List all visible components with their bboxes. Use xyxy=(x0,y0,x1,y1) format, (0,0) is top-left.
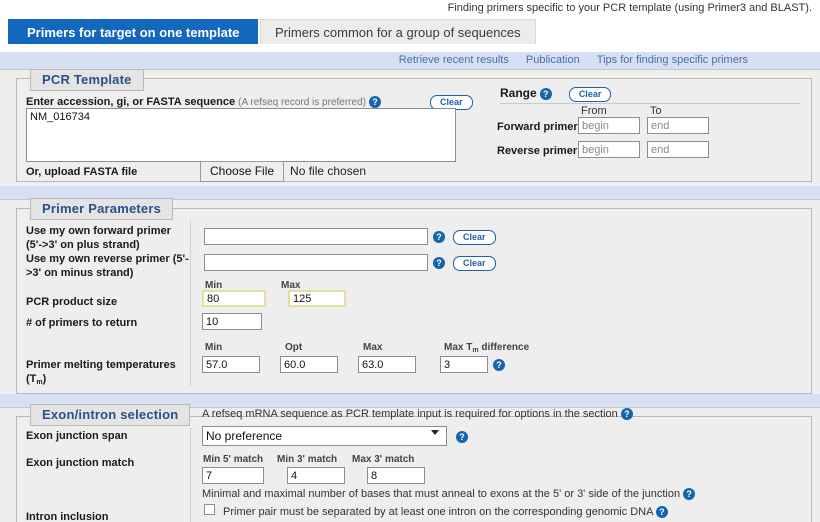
top-link-bar: Retrieve recent results Publication Tips… xyxy=(0,52,820,69)
exon-junction-span-label: Exon junction span xyxy=(26,430,128,442)
range-title-row: Range ? Clear xyxy=(500,86,612,102)
max3-match-header: Max 3' match xyxy=(352,454,415,465)
section-pcr-template: PCR Template Enter accession, gi, or FAS… xyxy=(0,69,820,186)
exon-intron-note-help-icon[interactable]: ? xyxy=(620,408,633,421)
intron-inclusion-label: Intron inclusion xyxy=(26,511,109,522)
own-forward-help-icon[interactable]: ? xyxy=(433,231,445,243)
intron-inclusion-help-icon[interactable]: ? xyxy=(655,506,668,519)
primer-blast-page: Finding primers specific to your PCR tem… xyxy=(0,0,820,522)
tm-min-header: Min xyxy=(205,342,223,353)
section-primer-parameters: Primer Parameters Use my own forward pri… xyxy=(0,186,820,394)
pcr-template-legend: PCR Template xyxy=(30,69,144,91)
section-exon-intron: Exon/intron selection A refseq mRNA sequ… xyxy=(0,394,820,522)
tm-opt-input[interactable] xyxy=(280,356,338,373)
min3-match-input[interactable] xyxy=(287,467,345,484)
min3-match-header: Min 3' match xyxy=(277,454,338,465)
range-divider xyxy=(500,103,800,104)
range-col-from: From xyxy=(581,105,607,117)
own-reverse-help-icon[interactable]: ? xyxy=(433,257,445,269)
exon-junction-span-select[interactable]: No preference xyxy=(202,426,447,446)
range-col-to: To xyxy=(650,105,662,117)
choose-file-button[interactable]: Choose File xyxy=(200,161,285,182)
sequence-label: Enter accession, gi, or FASTA sequence (… xyxy=(26,96,382,109)
exon-intron-column-rule xyxy=(190,428,191,522)
own-forward-primer-label: Use my own forward primer (5'->3' on plu… xyxy=(26,225,171,251)
own-reverse-primer-input[interactable] xyxy=(204,254,428,271)
link-tips[interactable]: Tips for finding specific primers xyxy=(597,54,748,66)
range-reverse-label: Reverse primer xyxy=(497,145,578,157)
forward-range-to-input[interactable] xyxy=(647,117,709,134)
product-size-min-input[interactable] xyxy=(202,290,266,307)
sequence-help-icon[interactable]: ? xyxy=(369,96,382,109)
exon-junction-span-select-wrap[interactable]: No preference xyxy=(202,426,447,446)
range-title: Range xyxy=(500,86,537,100)
own-forward-primer-input[interactable] xyxy=(204,228,428,245)
tm-difference-header: Max Tm difference xyxy=(444,342,530,354)
range-clear-button[interactable]: Clear xyxy=(568,87,612,102)
tab-primers-one-template[interactable]: Primers for target on one template xyxy=(8,19,259,44)
primer-parameters-legend: Primer Parameters xyxy=(30,198,174,220)
own-reverse-primer-label: Use my own reverse primer (5'->3' on min… xyxy=(26,253,189,279)
own-forward-clear-button[interactable]: Clear xyxy=(453,230,496,245)
reverse-range-to-input[interactable] xyxy=(647,141,709,158)
link-publication[interactable]: Publication xyxy=(526,54,580,66)
intron-inclusion-text-row: Primer pair must be separated by at leas… xyxy=(223,506,668,519)
max3-match-input[interactable] xyxy=(367,467,425,484)
upload-fasta-label: Or, upload FASTA file xyxy=(26,166,138,178)
tm-difference-input[interactable] xyxy=(440,356,488,373)
exon-intron-legend: Exon/intron selection xyxy=(30,404,191,426)
exon-junction-match-note: Minimal and maximal number of bases that… xyxy=(202,488,696,501)
min5-match-header: Min 5' match xyxy=(203,454,264,465)
sequence-textarea[interactable]: NM_016734 xyxy=(26,108,456,162)
intron-inclusion-checkbox[interactable] xyxy=(204,504,215,515)
page-strapline: Finding primers specific to your PCR tem… xyxy=(0,0,820,16)
tm-label-line1: Primer melting temperatures xyxy=(26,359,176,371)
num-primers-label: # of primers to return xyxy=(26,317,138,329)
tm-label-line2: (Tm) xyxy=(26,373,47,386)
own-reverse-clear-button[interactable]: Clear xyxy=(453,256,496,271)
min5-match-input[interactable] xyxy=(202,467,264,484)
reverse-range-from-input[interactable] xyxy=(578,141,640,158)
file-status-text: No file chosen xyxy=(290,164,367,178)
tab-bar: Primers for target on one template Prime… xyxy=(0,19,820,44)
tab-primers-group-sequences[interactable]: Primers common for a group of sequences xyxy=(260,19,536,44)
link-retrieve-recent-results[interactable]: Retrieve recent results xyxy=(399,54,509,66)
num-primers-input[interactable] xyxy=(202,313,262,330)
sequence-hint: (A refseq record is preferred) xyxy=(238,97,366,108)
exon-junction-match-label: Exon junction match xyxy=(26,457,135,469)
forward-range-from-input[interactable] xyxy=(578,117,640,134)
tm-difference-help-icon[interactable]: ? xyxy=(493,359,505,371)
exon-intron-note: A refseq mRNA sequence as PCR template i… xyxy=(202,408,633,421)
tm-max-input[interactable] xyxy=(358,356,416,373)
exon-junction-span-help-icon[interactable]: ? xyxy=(456,431,468,443)
primer-parameters-column-rule xyxy=(190,220,191,386)
range-forward-label: Forward primer xyxy=(497,121,578,133)
tm-opt-header: Opt xyxy=(285,342,303,353)
tm-min-input[interactable] xyxy=(202,356,260,373)
tm-max-header: Max xyxy=(363,342,383,353)
exon-junction-match-help-icon[interactable]: ? xyxy=(683,488,696,501)
range-help-icon[interactable]: ? xyxy=(539,88,552,101)
file-chooser[interactable]: Choose File No file chosen xyxy=(200,161,366,182)
product-size-max-input[interactable] xyxy=(288,290,346,307)
pcr-product-size-label: PCR product size xyxy=(26,296,118,308)
